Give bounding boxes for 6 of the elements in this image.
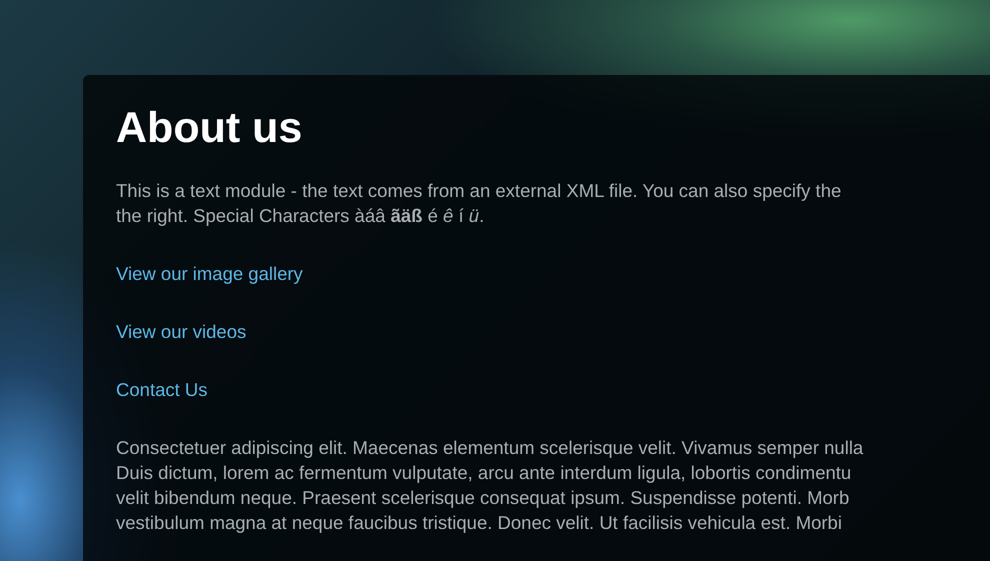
body-paragraph: Consectetuer adipiscing elit. Maecenas elementum scelerisque velit. Vivamus semper nulla Duis dictum, lorem ac fermentum vulputate, arcu ante interdum ligula, lobortis condimentu velit bibendum neque. Praesent scelerisque consequat ipsum. Suspendisse potenti. Morb vestibulum magna at neque faucibus tristique. Donec velit. Ut facilisis vehicula est. Morbi bbox=[116, 436, 864, 535]
page-title: About us bbox=[116, 107, 302, 150]
nav-link[interactable]: Contact Us bbox=[116, 377, 208, 402]
nav-link[interactable]: View our videos bbox=[116, 319, 246, 344]
intro-paragraph: This is a text module - the text comes from an external XML file. You can also specify the the right. Special Characters àáâ ãäß é ê í ü. bbox=[116, 179, 842, 228]
nav-link[interactable]: View our image gallery bbox=[116, 261, 303, 286]
